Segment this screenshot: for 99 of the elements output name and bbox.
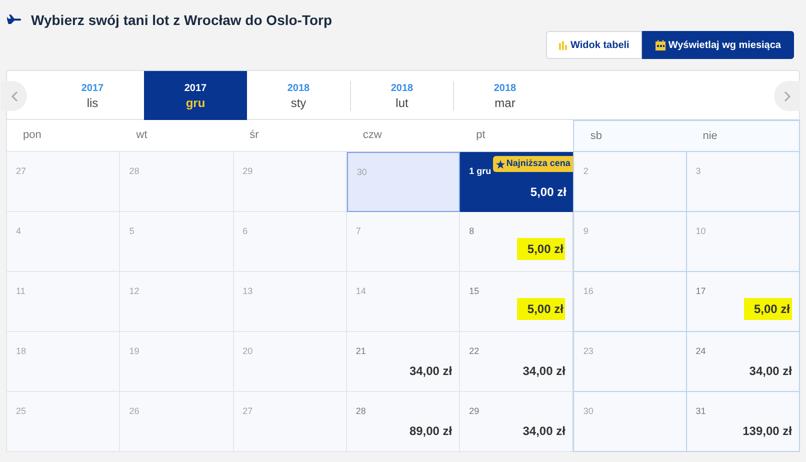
day-number: 24 — [696, 346, 706, 356]
day-cell[interactable]: 5 — [120, 212, 234, 272]
day-cell[interactable]: 13 — [234, 272, 347, 332]
day-cell[interactable]: 31 139,00 zł — [686, 392, 800, 452]
day-cell[interactable]: 11 — [7, 272, 120, 332]
day-number: 21 — [356, 346, 366, 356]
lowest-price-badge: Najniższa cena — [493, 156, 574, 172]
day-number: 26 — [129, 406, 140, 416]
day-number: 18 — [16, 346, 26, 356]
day-cell[interactable]: 25 — [7, 392, 120, 452]
day-number: 19 — [129, 346, 140, 356]
price: 139,00 zł — [742, 423, 792, 440]
day-cell[interactable]: 22 34,00 zł — [460, 332, 574, 392]
day-number: 7 — [356, 226, 361, 236]
day-cell[interactable]: 14 — [346, 272, 460, 332]
day-cell[interactable]: 29 34,00 zł — [460, 392, 574, 452]
day-number: 8 — [469, 226, 474, 236]
day-cell[interactable]: 27 — [234, 392, 347, 452]
day-cell[interactable]: 3 — [686, 152, 800, 212]
day-number: 27 — [242, 406, 253, 416]
day-number: 27 — [16, 166, 26, 176]
day-cell[interactable]: 23 — [573, 332, 687, 392]
previous-button[interactable] — [1, 81, 27, 111]
day-cell[interactable]: 26 — [120, 392, 234, 452]
page-title: Wybierz swój tani lot z Wrocław do Oslo-Torp — [31, 10, 332, 30]
day-cell[interactable]: 28 — [120, 152, 234, 212]
day-cell[interactable]: 4 — [7, 212, 120, 272]
day-number: 17 — [696, 286, 706, 296]
price: 5,00 zł — [744, 298, 792, 320]
day-number: 28 — [356, 406, 366, 416]
day-number: 5 — [129, 226, 134, 236]
price: 5,00 zł — [517, 298, 566, 320]
day-number: 4 — [16, 226, 22, 236]
month-tab[interactable]: 2018 sty — [247, 71, 350, 120]
weekday-header: nie — [686, 120, 800, 152]
next-button[interactable] — [774, 81, 800, 111]
day-cell[interactable]: 27 — [7, 152, 120, 212]
day-number: 23 — [583, 346, 594, 356]
price: 89,00 zł — [409, 423, 452, 440]
day-number: 1 gru — [469, 166, 492, 176]
day-number: 6 — [242, 226, 248, 236]
day-cell[interactable]: 29 — [234, 152, 347, 212]
price: 34,00 zł — [749, 363, 792, 380]
day-number: 30 — [583, 406, 594, 416]
star-icon — [496, 160, 506, 168]
view-button[interactable]: Widok tabeli — [546, 31, 642, 59]
day-cell[interactable]: 2 — [573, 152, 687, 212]
day-cell[interactable]: 18 — [7, 332, 120, 392]
month-tab[interactable]: 2017 lis — [41, 71, 144, 120]
day-number: 30 — [356, 167, 367, 177]
price: 5,00 zł — [517, 238, 566, 260]
day-number: 29 — [242, 166, 253, 176]
calendar-icon — [655, 40, 666, 50]
chevron-left-icon — [10, 90, 18, 102]
day-number: 29 — [469, 406, 480, 416]
price: 34,00 zł — [409, 363, 452, 380]
weekday-header: sb — [573, 120, 687, 152]
day-cell[interactable]: 6 — [234, 212, 347, 272]
day-number: 20 — [242, 346, 253, 356]
day-cell[interactable]: 28 89,00 zł — [346, 392, 460, 452]
day-number: 2 — [583, 166, 588, 176]
day-number: 11 — [16, 286, 26, 296]
month-tab[interactable]: 2017 gru — [144, 71, 247, 120]
day-cell[interactable]: 9 — [573, 212, 687, 272]
day-number: 9 — [583, 226, 588, 236]
day-cell[interactable]: 10 — [686, 212, 800, 272]
day-cell[interactable]: 1 gru Najniższa cena 5,00 zł — [460, 152, 574, 212]
price: 5,00 zł — [530, 184, 566, 201]
day-number: 3 — [696, 166, 701, 176]
day-number: 25 — [16, 406, 26, 416]
price: 34,00 zł — [522, 363, 566, 380]
day-cell[interactable]: 7 — [346, 212, 460, 272]
day-number: 13 — [242, 286, 253, 296]
day-cell[interactable]: 17 5,00 zł — [686, 272, 800, 332]
view-button[interactable]: Wyświetlaj wg miesiąca — [642, 31, 794, 59]
day-cell[interactable]: 12 — [120, 272, 234, 332]
day-number: 15 — [469, 286, 480, 296]
day-number: 16 — [583, 286, 594, 296]
day-cell[interactable]: 21 34,00 zł — [346, 332, 460, 392]
day-number: 14 — [356, 286, 366, 296]
day-cell[interactable]: 30 — [573, 392, 687, 452]
day-number: 28 — [129, 166, 140, 176]
day-number: 12 — [129, 286, 140, 296]
day-cell[interactable]: 24 34,00 zł — [686, 332, 800, 392]
bar-chart-icon — [558, 40, 569, 50]
day-number: 22 — [469, 346, 480, 356]
day-number: 10 — [696, 226, 706, 236]
month-tab[interactable]: 2018 mar — [453, 71, 556, 120]
day-cell[interactable]: 15 5,00 zł — [460, 272, 574, 332]
chevron-right-icon — [784, 90, 790, 102]
day-cell[interactable]: 20 — [234, 332, 347, 392]
month-tab[interactable]: 2018 lut — [350, 71, 453, 120]
day-cell[interactable]: 8 5,00 zł — [460, 212, 574, 272]
price: 34,00 zł — [522, 423, 566, 440]
airplane-icon — [7, 13, 23, 27]
day-cell[interactable]: 19 — [120, 332, 234, 392]
day-number: 31 — [696, 406, 706, 416]
day-cell[interactable]: 16 — [573, 272, 687, 332]
day-cell[interactable]: 30 — [346, 152, 460, 212]
